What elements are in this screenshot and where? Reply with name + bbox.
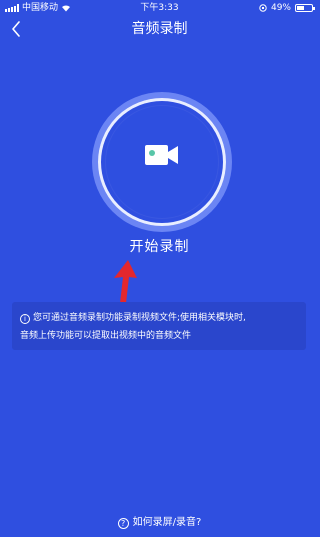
info-text-1: 您可通过音频录制功能录制视频文件;使用相关模块时,	[33, 313, 246, 323]
page-title: 音频录制	[131, 21, 188, 37]
question-icon: ?	[117, 518, 129, 529]
info-line-2: 音频上传功能可以提取出视频中的音频文件	[20, 331, 192, 341]
help-label: 如何录屏/录音?	[132, 517, 202, 528]
start-recording-label[interactable]: 开始录制	[0, 236, 319, 256]
orientation-lock-icon	[259, 4, 267, 12]
nav-bar: 音频录制	[0, 16, 319, 42]
help-link[interactable]: ? 如何录屏/录音?	[0, 516, 319, 530]
battery-icon	[295, 4, 315, 12]
status-bar: 中国移动 下午3:33 49%	[0, 0, 319, 16]
status-right: 49%	[259, 0, 315, 16]
battery-percent: 49%	[270, 3, 291, 13]
video-camera-icon	[145, 145, 178, 165]
info-box: i 您可通过音频录制功能录制视频文件;使用相关模块时, 音频上传功能可以提取出视频…	[12, 302, 306, 350]
info-line-1: i 您可通过音频录制功能录制视频文件;使用相关模块时,	[20, 309, 298, 327]
info-icon: i	[20, 314, 30, 324]
record-button[interactable]	[92, 92, 232, 232]
battery-fill	[297, 6, 304, 10]
